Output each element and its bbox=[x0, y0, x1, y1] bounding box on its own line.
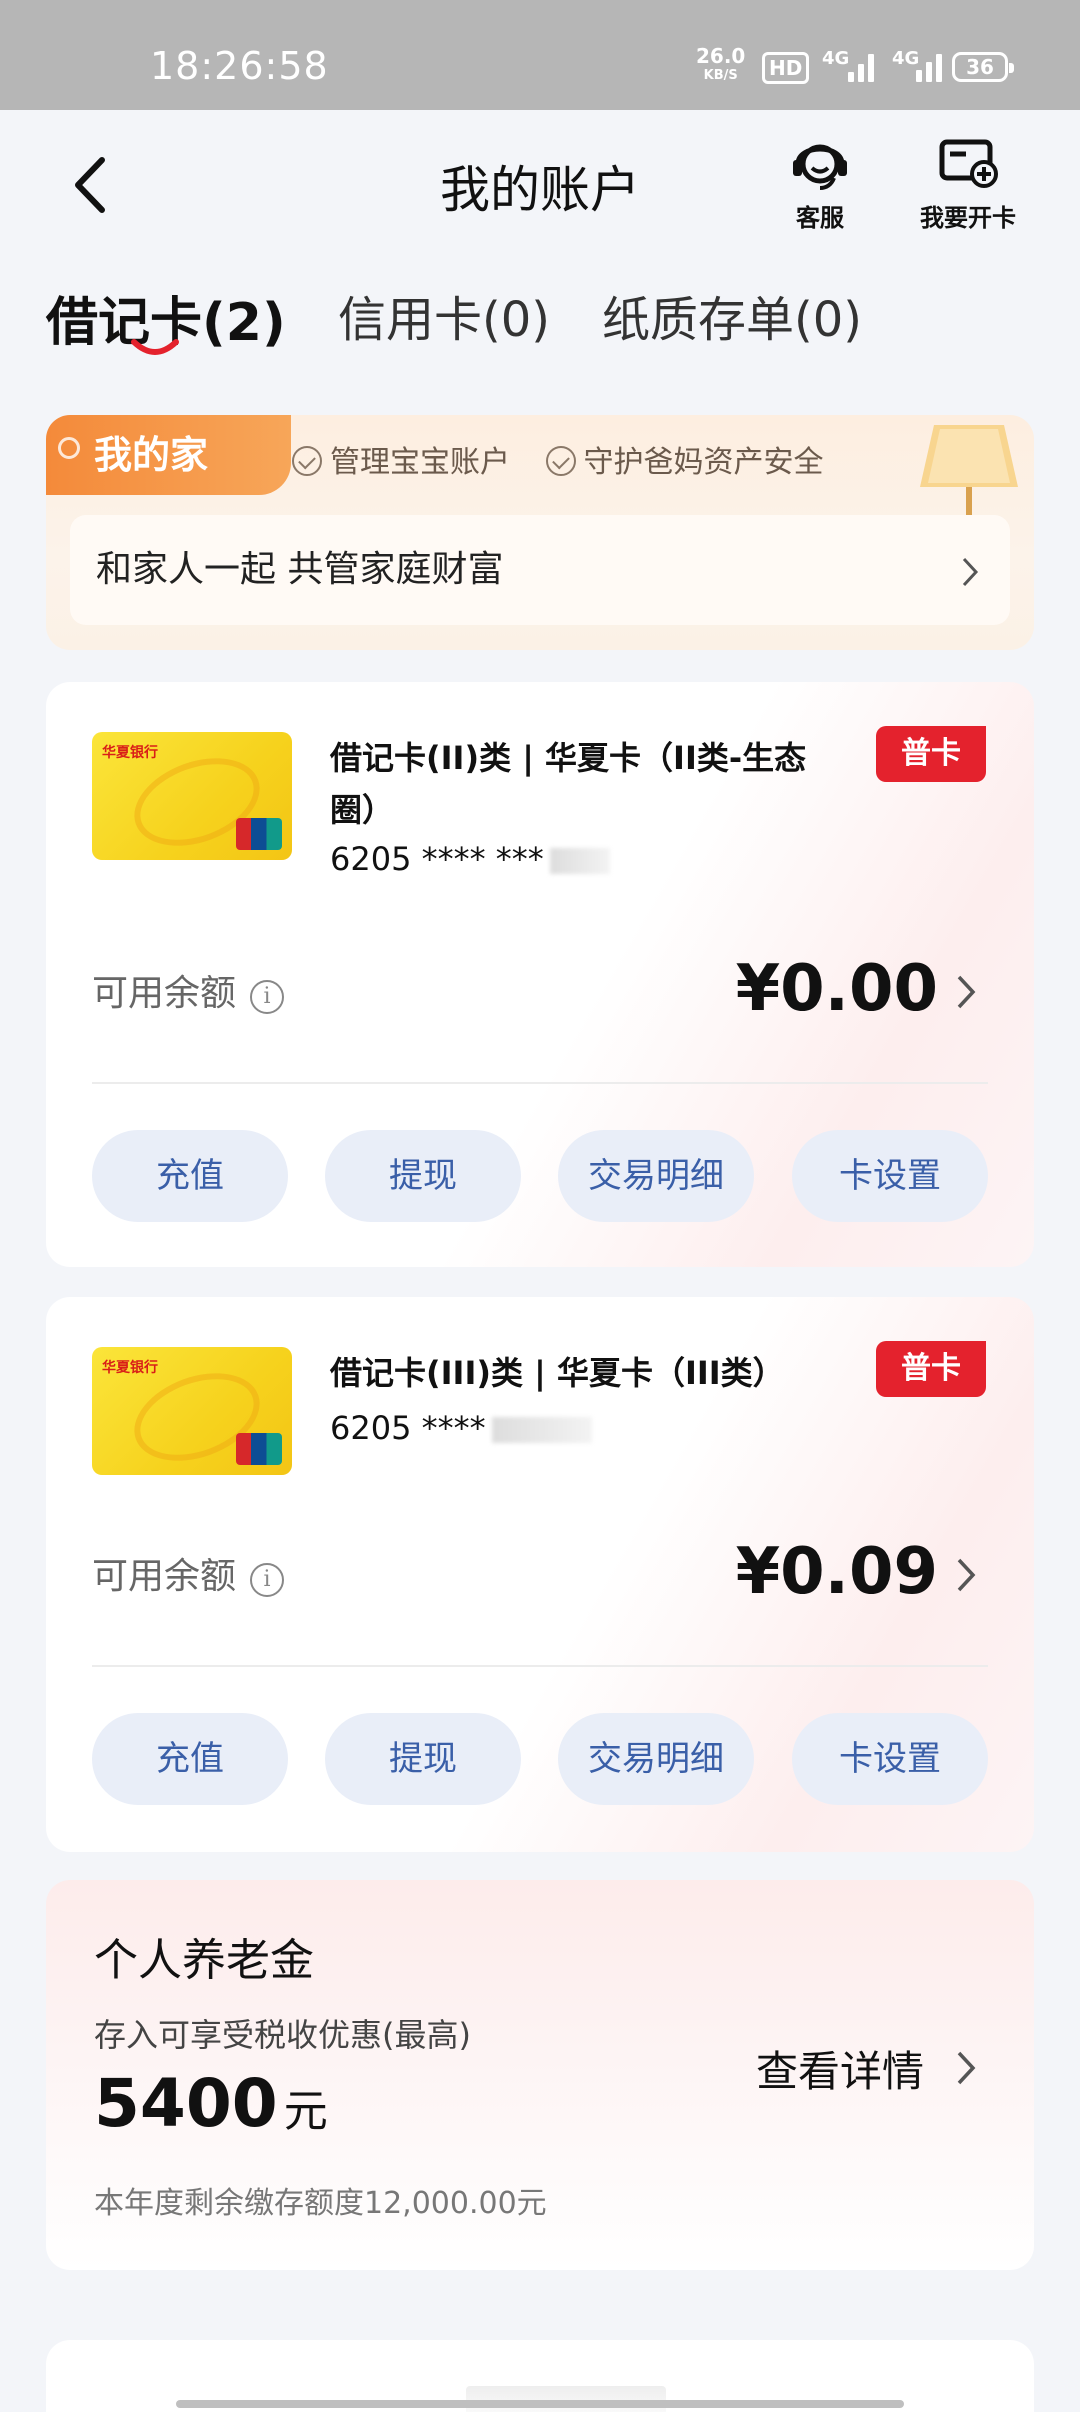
card-number: 6205 **** *** bbox=[330, 840, 610, 878]
headset-icon bbox=[793, 144, 847, 190]
pension-limit: 本年度剩余缴存额度12,000.00元 bbox=[94, 2186, 547, 2221]
lamp-icon bbox=[920, 425, 1018, 525]
open-card-label: 我要开卡 bbox=[920, 204, 1016, 232]
family-tag-label: 管理宝宝账户 bbox=[330, 445, 510, 480]
chevron-right-icon[interactable] bbox=[954, 972, 978, 1012]
recharge-button[interactable]: 充值 bbox=[92, 1130, 288, 1222]
balance-value[interactable]: ¥0.09 bbox=[736, 1535, 938, 1609]
tab-paper-deposit[interactable]: 纸质存单(0) bbox=[602, 280, 862, 350]
pension-description: 存入可享受税收优惠(最高) bbox=[94, 2016, 471, 2054]
home-indicator[interactable] bbox=[176, 2400, 904, 2408]
status-time: 18:26:58 bbox=[150, 44, 329, 88]
balance-value[interactable]: ¥0.00 bbox=[736, 952, 938, 1026]
hd-icon: HD bbox=[762, 52, 810, 84]
debit-card-panel: 华夏银行 借记卡(II)类 | 华夏卡（II类-生态圈） 6205 **** *… bbox=[46, 682, 1034, 1267]
open-card-button[interactable]: 我要开卡 bbox=[920, 130, 1016, 233]
pension-amount-unit: 元 bbox=[283, 2086, 328, 2137]
bank-card-image: 华夏银行 bbox=[92, 732, 292, 860]
bank-logo: 华夏银行 bbox=[102, 1360, 158, 1376]
customer-service-button[interactable]: 客服 bbox=[788, 130, 852, 233]
pension-amount: 5400 元 bbox=[94, 2065, 328, 2142]
card-level-badge: 普卡 bbox=[876, 726, 986, 782]
divider bbox=[92, 1082, 988, 1084]
card-number-text: 6205 **** bbox=[330, 1409, 486, 1447]
signal-icon bbox=[846, 52, 880, 82]
transactions-button[interactable]: 交易明细 bbox=[558, 1713, 754, 1805]
partial-content bbox=[466, 2386, 666, 2412]
divider bbox=[92, 1665, 988, 1667]
card-number-text: 6205 **** *** bbox=[330, 840, 544, 878]
card-name: 借记卡(II)类 | 华夏卡（II类-生态圈） bbox=[330, 739, 807, 829]
family-badge: 我的家 bbox=[46, 415, 291, 495]
account-tabs: 借记卡(2) 信用卡(0) 纸质存单(0) bbox=[0, 270, 1080, 360]
balance-label: 可用余额 bbox=[92, 1556, 237, 1597]
page-title: 我的账户 bbox=[440, 161, 640, 219]
tab-active-indicator bbox=[131, 339, 179, 355]
balance-label-row: 可用余额 i bbox=[92, 964, 285, 1016]
withdraw-button[interactable]: 提现 bbox=[325, 1130, 521, 1222]
info-icon[interactable]: i bbox=[250, 1563, 285, 1597]
family-tag: 管理宝宝账户 bbox=[292, 445, 510, 480]
card-name: 借记卡(III)类 | 华夏卡（III类） bbox=[330, 1354, 785, 1392]
info-icon[interactable]: i bbox=[250, 980, 285, 1014]
transactions-button[interactable]: 交易明细 bbox=[558, 1130, 754, 1222]
bank-card-image: 华夏银行 bbox=[92, 1347, 292, 1475]
view-details-link[interactable]: 查看详情 bbox=[756, 2038, 924, 2099]
bank-logo: 华夏银行 bbox=[102, 745, 158, 761]
card-number: 6205 **** bbox=[330, 1409, 592, 1447]
signal-icon bbox=[914, 52, 944, 82]
pension-panel[interactable]: 个人养老金 存入可享受税收优惠(最高) 5400 元 本年度剩余缴存额度12,00… bbox=[46, 1880, 1034, 2270]
balance-label-row: 可用余额 i bbox=[92, 1547, 285, 1599]
family-badge-label: 我的家 bbox=[94, 433, 209, 477]
pension-title: 个人养老金 bbox=[94, 1935, 314, 1986]
masked-number bbox=[549, 848, 610, 874]
unionpay-icon bbox=[236, 818, 282, 850]
card-settings-button[interactable]: 卡设置 bbox=[792, 1713, 988, 1805]
speed-unit: KB/S bbox=[703, 68, 738, 83]
family-wealth-entry[interactable]: 和家人一起 共管家庭财富 bbox=[70, 515, 1010, 625]
status-bar: 18:26:58 26.0 KB/S HD 4G 4G 36 bbox=[0, 0, 1080, 110]
family-tag: 守护爸妈资产安全 bbox=[545, 445, 824, 480]
chevron-right-icon bbox=[962, 557, 979, 587]
tab-credit-card[interactable]: 信用卡(0) bbox=[338, 280, 550, 350]
card-level-badge: 普卡 bbox=[876, 1341, 986, 1397]
network-speed: 26.0 KB/S bbox=[696, 46, 745, 86]
masked-number bbox=[491, 1417, 592, 1443]
family-tags: 管理宝宝账户 守护爸妈资产安全 bbox=[292, 437, 850, 481]
card-settings-button[interactable]: 卡设置 bbox=[792, 1130, 988, 1222]
add-card-icon bbox=[939, 139, 998, 188]
balance-label: 可用余额 bbox=[92, 973, 237, 1014]
app-header: 我的账户 客服 我要开卡 bbox=[0, 110, 1080, 260]
check-circle-icon bbox=[292, 446, 322, 476]
debit-card-panel: 华夏银行 借记卡(III)类 | 华夏卡（III类） 6205 **** 普卡 … bbox=[46, 1297, 1034, 1852]
speed-value: 26.0 bbox=[696, 44, 746, 68]
withdraw-button[interactable]: 提现 bbox=[325, 1713, 521, 1805]
recharge-button[interactable]: 充值 bbox=[92, 1713, 288, 1805]
family-tag-label: 守护爸妈资产安全 bbox=[583, 445, 824, 480]
chevron-right-icon[interactable] bbox=[954, 2048, 978, 2088]
pension-amount-value: 5400 bbox=[94, 2065, 278, 2142]
family-banner: 我的家 管理宝宝账户 守护爸妈资产安全 和家人一起 共管家庭财富 bbox=[46, 415, 1034, 650]
battery-icon: 36 bbox=[952, 52, 1014, 82]
customer-service-label: 客服 bbox=[796, 204, 844, 232]
unionpay-icon bbox=[236, 1433, 282, 1465]
chevron-right-icon[interactable] bbox=[954, 1555, 978, 1595]
check-circle-icon bbox=[545, 446, 576, 476]
decor-dot-icon bbox=[58, 437, 80, 459]
family-row-text: 和家人一起 共管家庭财富 bbox=[96, 549, 504, 590]
